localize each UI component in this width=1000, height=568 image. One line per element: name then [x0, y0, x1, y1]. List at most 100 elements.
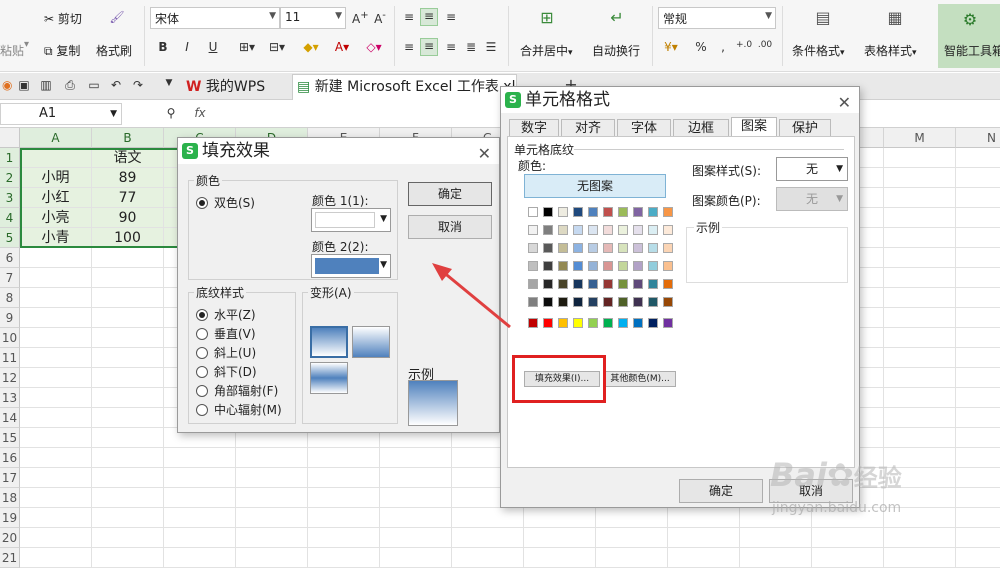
color-swatch[interactable] — [528, 225, 538, 235]
cell-n10[interactable] — [956, 328, 1000, 348]
color-swatch[interactable] — [588, 207, 598, 217]
cell-b13[interactable] — [92, 388, 164, 408]
shading-style-radio[interactable]: 角部辐射(F) — [196, 382, 278, 399]
color-swatch[interactable] — [633, 318, 643, 328]
cell-a9[interactable] — [20, 308, 92, 328]
cell-n13[interactable] — [956, 388, 1000, 408]
color-swatch[interactable] — [618, 279, 628, 289]
cell-g19[interactable] — [452, 508, 524, 528]
decrease-font-icon[interactable]: A- — [372, 10, 388, 26]
cell-n7[interactable] — [956, 268, 1000, 288]
cell-j20[interactable] — [668, 528, 740, 548]
cell-m6[interactable] — [884, 248, 956, 268]
cell-m20[interactable] — [884, 528, 956, 548]
conditional-format-button[interactable]: 条件格式▾ — [792, 42, 845, 59]
cell-n3[interactable] — [956, 188, 1000, 208]
close-icon[interactable]: ✕ — [478, 141, 491, 167]
tab-字体[interactable]: 字体 — [617, 119, 671, 137]
cell-a10[interactable] — [20, 328, 92, 348]
row-header-1[interactable]: 1 — [0, 148, 20, 168]
color-swatch[interactable] — [528, 261, 538, 271]
cell-n9[interactable] — [956, 308, 1000, 328]
cell-n12[interactable] — [956, 368, 1000, 388]
cell-b5[interactable]: 100 — [92, 228, 164, 248]
cell-e18[interactable] — [308, 488, 380, 508]
merge-border-icon[interactable]: ⊟▾ — [264, 40, 290, 54]
close-icon[interactable]: ✕ — [838, 90, 851, 116]
color-swatch[interactable] — [648, 243, 658, 253]
fx-icon[interactable]: fx — [192, 106, 208, 120]
color-swatch[interactable] — [663, 318, 673, 328]
cell-n1[interactable] — [956, 148, 1000, 168]
pattern-color-select[interactable]: 无 ▼ — [776, 187, 848, 211]
cell-b8[interactable] — [92, 288, 164, 308]
tab-边框[interactable]: 边框 — [673, 119, 729, 137]
row-header-17[interactable]: 17 — [0, 468, 20, 488]
color-swatch[interactable] — [603, 261, 613, 271]
cell-b19[interactable] — [92, 508, 164, 528]
cell-m11[interactable] — [884, 348, 956, 368]
color-swatch[interactable] — [603, 279, 613, 289]
percent-icon[interactable]: % — [694, 40, 708, 54]
cell-b4[interactable]: 90 — [92, 208, 164, 228]
cell-n18[interactable] — [956, 488, 1000, 508]
cell-b10[interactable] — [92, 328, 164, 348]
color-swatch[interactable] — [543, 279, 553, 289]
cell-a6[interactable] — [20, 248, 92, 268]
row-header-7[interactable]: 7 — [0, 268, 20, 288]
color-swatch[interactable] — [588, 261, 598, 271]
color-swatch[interactable] — [663, 279, 673, 289]
row-header-6[interactable]: 6 — [0, 248, 20, 268]
row-header-13[interactable]: 13 — [0, 388, 20, 408]
wrap-text-icon[interactable]: ↵ — [606, 8, 628, 27]
cell-e20[interactable] — [308, 528, 380, 548]
cell-h20[interactable] — [524, 528, 596, 548]
cell-l20[interactable] — [812, 528, 884, 548]
row-header-21[interactable]: 21 — [0, 548, 20, 568]
align-bottom-icon[interactable]: ≡ — [444, 10, 458, 24]
color-swatch[interactable] — [573, 318, 583, 328]
select-all-corner[interactable] — [0, 128, 20, 148]
tab-图案[interactable]: 图案 — [731, 117, 777, 137]
color-swatch[interactable] — [558, 279, 568, 289]
color-swatch[interactable] — [588, 243, 598, 253]
color-swatch[interactable] — [588, 279, 598, 289]
color-swatch[interactable] — [603, 207, 613, 217]
cell-m14[interactable] — [884, 408, 956, 428]
color-swatch[interactable] — [573, 225, 583, 235]
column-header-b[interactable]: B — [92, 128, 164, 148]
cell-a5[interactable]: 小青 — [20, 228, 92, 248]
more-colors-button[interactable]: 其他颜色(M)... — [604, 371, 676, 387]
cell-h19[interactable] — [524, 508, 596, 528]
cell-a11[interactable] — [20, 348, 92, 368]
color-swatch[interactable] — [558, 318, 568, 328]
increase-font-icon[interactable]: A+ — [352, 10, 369, 26]
cut-button[interactable]: ✂ 剪切 — [44, 10, 82, 27]
column-header-n[interactable]: N — [956, 128, 1000, 148]
cell-c21[interactable] — [164, 548, 236, 568]
font-color-icon[interactable]: A▾ — [330, 40, 354, 54]
color-swatch[interactable] — [603, 225, 613, 235]
thousands-icon[interactable]: , — [716, 40, 730, 54]
color-swatch[interactable] — [618, 318, 628, 328]
name-box[interactable]: A1 ▼ — [0, 103, 122, 125]
cell-e19[interactable] — [308, 508, 380, 528]
cell-e17[interactable] — [308, 468, 380, 488]
variant-2-swatch[interactable] — [352, 326, 390, 358]
cell-j21[interactable] — [668, 548, 740, 568]
number-format-select[interactable]: 常规 ▼ — [658, 7, 776, 29]
cell-n8[interactable] — [956, 288, 1000, 308]
color-swatch[interactable] — [663, 225, 673, 235]
shading-style-radio[interactable]: 斜下(D) — [196, 363, 257, 380]
variant-1-swatch[interactable] — [310, 326, 348, 358]
merge-center-icon[interactable]: ⊞ — [536, 8, 558, 27]
cell-m7[interactable] — [884, 268, 956, 288]
cell-d16[interactable] — [236, 448, 308, 468]
cell-n15[interactable] — [956, 428, 1000, 448]
color-swatch[interactable] — [633, 225, 643, 235]
cell-b17[interactable] — [92, 468, 164, 488]
color-swatch[interactable] — [558, 297, 568, 307]
italic-icon[interactable]: I — [180, 40, 194, 54]
cell-l21[interactable] — [812, 548, 884, 568]
color-swatch[interactable] — [528, 297, 538, 307]
